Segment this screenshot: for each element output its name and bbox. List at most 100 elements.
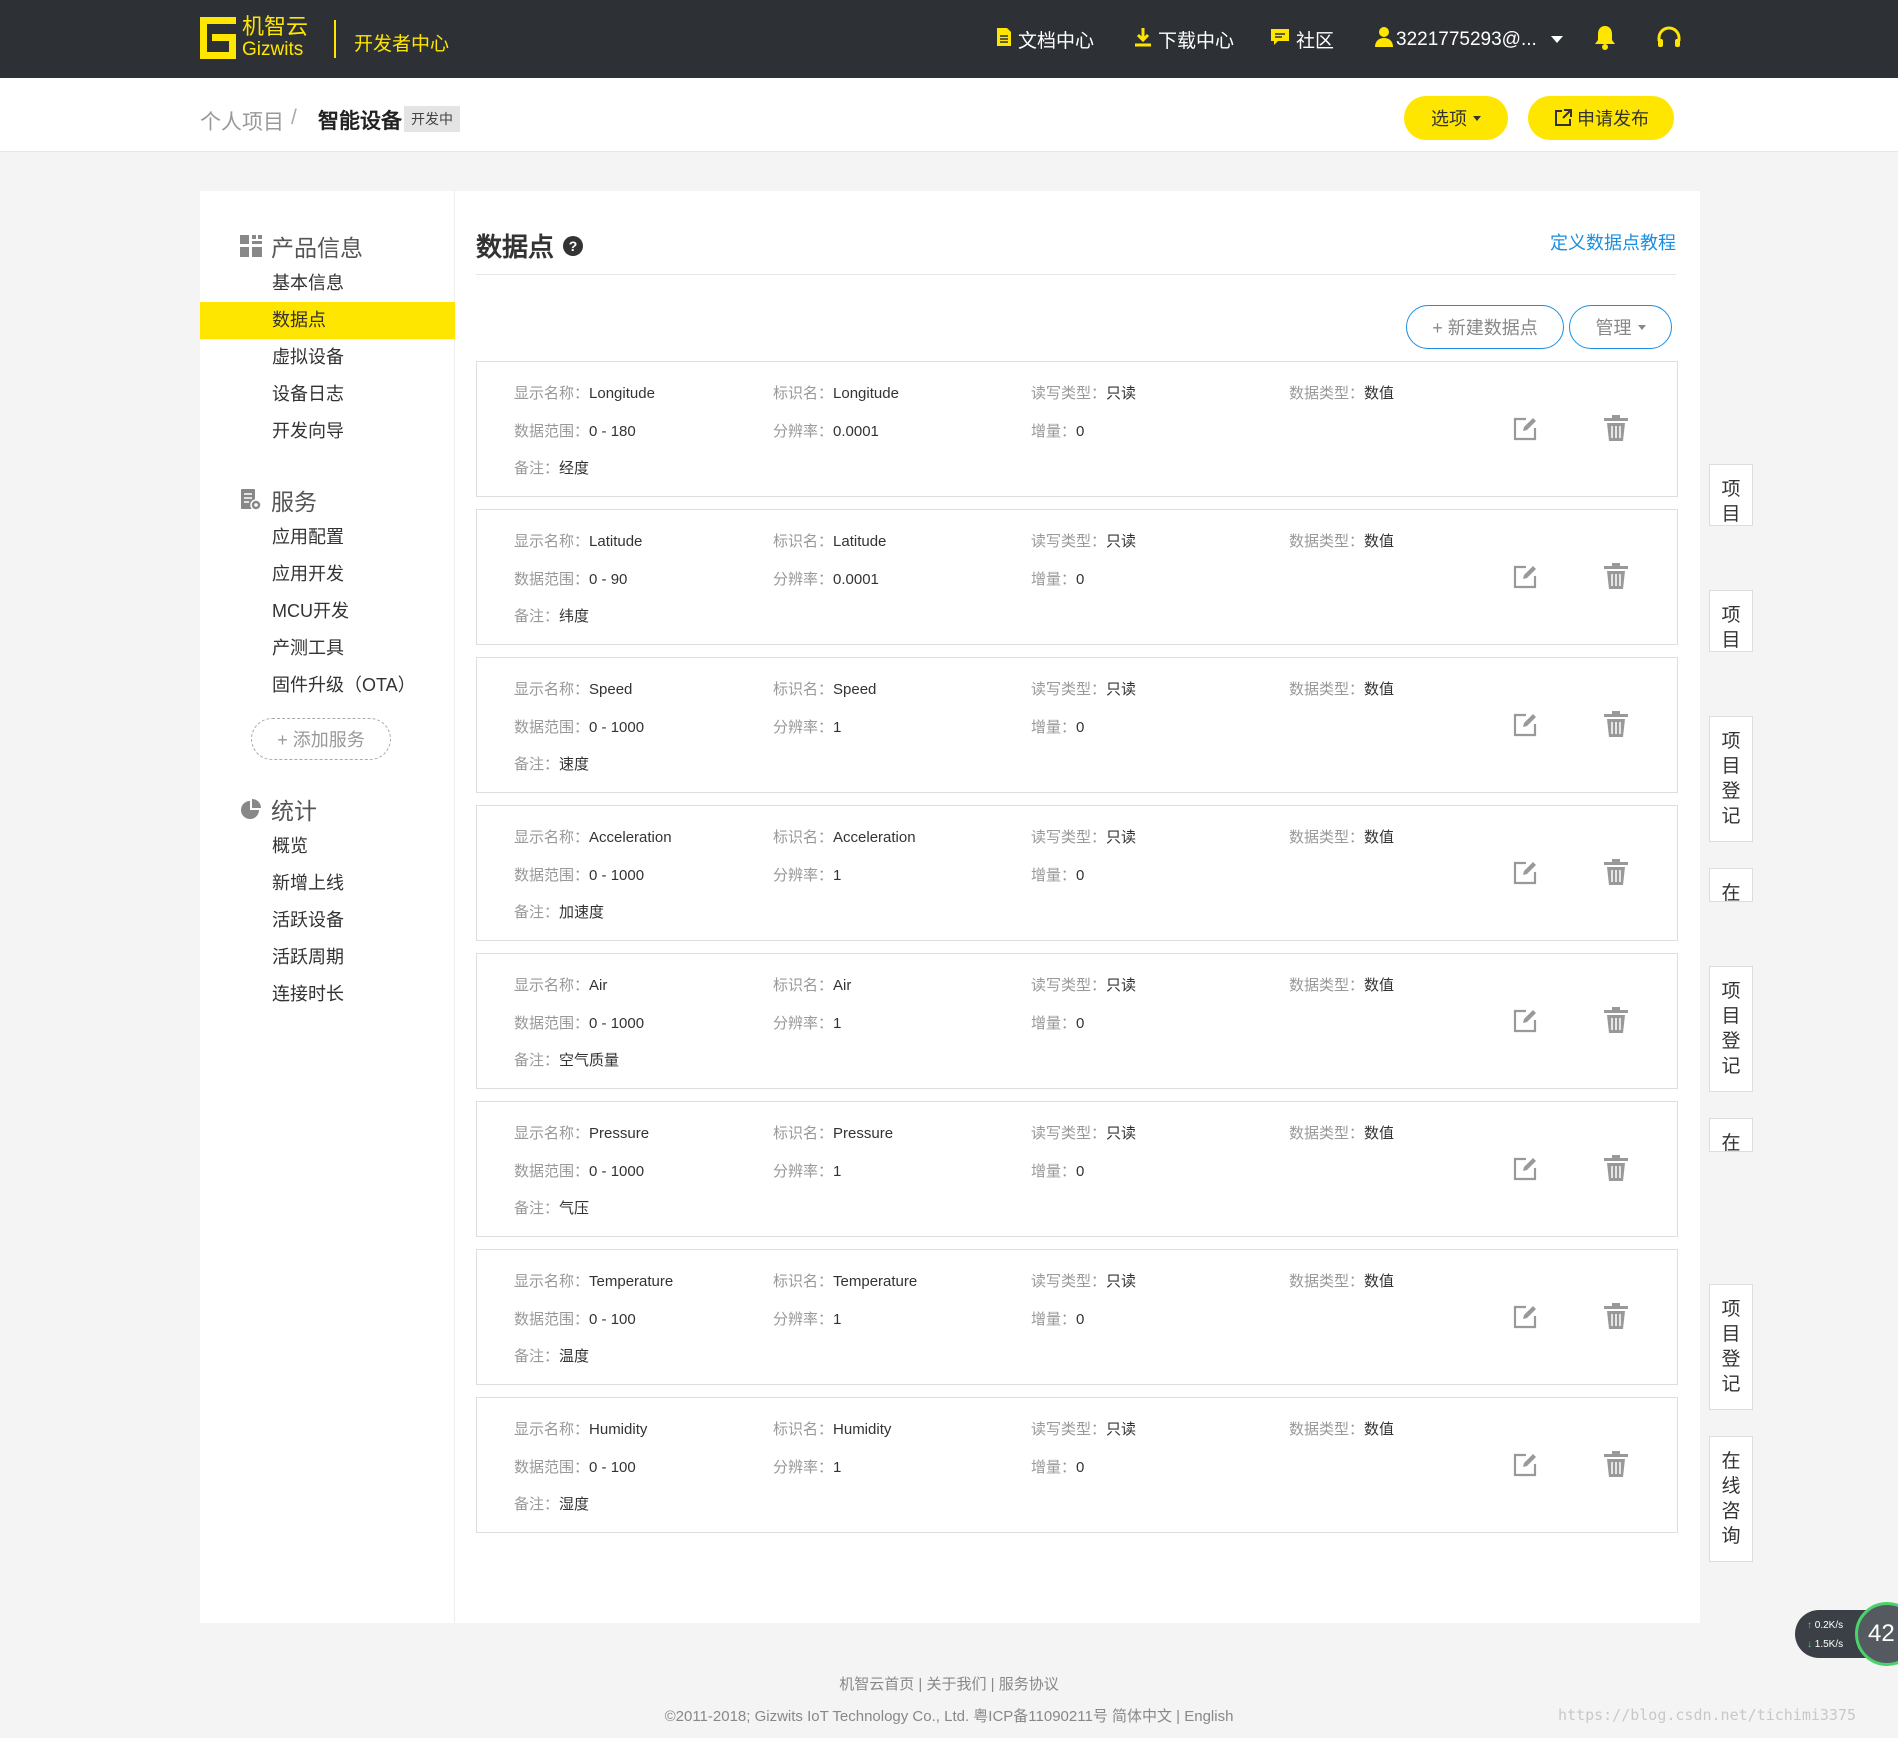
sidebar-item-app-config[interactable]: 应用配置 [200, 519, 455, 556]
floating-tab[interactable]: 项目登记 [1709, 1284, 1753, 1410]
datapoint-display-name-label: 显示名称： [514, 681, 590, 698]
datapoint-rw-type: 读写类型：只读 [1031, 382, 1136, 403]
trash-icon[interactable] [1603, 710, 1629, 738]
sidebar-item-connect-duration[interactable]: 连接时长 [200, 976, 455, 1013]
floating-tab[interactable]: 项目登记 [1709, 966, 1753, 1092]
datapoint-data-type-value: 数值 [1364, 829, 1395, 846]
nav-download[interactable]: 下载中心 [1134, 26, 1234, 53]
trash-icon[interactable] [1603, 858, 1629, 886]
tutorial-link[interactable]: 定义数据点教程 [1550, 229, 1676, 255]
footer-link-terms[interactable]: 服务协议 [999, 1676, 1059, 1693]
chevron-down-icon [1550, 36, 1563, 43]
sidebar-item-device-log[interactable]: 设备日志 [200, 376, 455, 413]
datapoint-increment: 增量：0 [1031, 1160, 1084, 1181]
manage-button-label: 管理 [1595, 318, 1632, 338]
datapoint-increment-label: 增量： [1031, 571, 1077, 588]
floating-tab-label: 在 [1721, 1133, 1741, 1154]
edit-icon[interactable] [1512, 564, 1538, 590]
trash-icon[interactable] [1603, 1302, 1629, 1330]
edit-icon[interactable] [1512, 860, 1538, 886]
logo-cn-text: 机智云 [242, 14, 309, 39]
datapoint-identifier-label: 标识名： [773, 977, 834, 994]
add-service-button[interactable]: + 添加服务 [251, 718, 391, 760]
datapoint-remark-value: 加速度 [559, 904, 605, 921]
datapoint-increment-value: 0 [1076, 1015, 1085, 1032]
sidebar-item-active-period[interactable]: 活跃周期 [200, 939, 455, 976]
edit-icon[interactable] [1512, 712, 1538, 738]
gizwits-logo[interactable]: 机智云 Gizwits [200, 16, 308, 59]
edit-icon[interactable] [1512, 1156, 1538, 1182]
publish-button[interactable]: 申请发布 [1528, 96, 1674, 140]
footer-link-home[interactable]: 机智云首页 [839, 1676, 914, 1693]
sidebar-item-datapoints[interactable]: 数据点 [200, 302, 455, 339]
edit-icon[interactable] [1512, 1008, 1538, 1034]
datapoint-identifier-label: 标识名： [773, 1125, 834, 1142]
trash-icon[interactable] [1603, 1154, 1629, 1182]
datapoint-increment: 增量：0 [1031, 1308, 1084, 1329]
sidebar-item-test-tool[interactable]: 产测工具 [200, 630, 455, 667]
datapoint-display-name-label: 显示名称： [514, 977, 590, 994]
options-button[interactable]: 选项 [1404, 96, 1508, 140]
edit-icon[interactable] [1512, 1452, 1538, 1478]
trash-icon[interactable] [1603, 562, 1629, 590]
new-datapoint-button[interactable]: + 新建数据点 [1406, 305, 1564, 349]
datapoint-display-name: 显示名称：Air [514, 974, 607, 995]
nav-community[interactable]: 社区 [1270, 26, 1334, 53]
datapoint-identifier-label: 标识名： [773, 385, 834, 402]
datapoint-resolution: 分辨率：1 [773, 1456, 841, 1477]
datapoint-increment: 增量：0 [1031, 1012, 1084, 1033]
developer-center-link[interactable]: 开发者中心 [354, 29, 449, 56]
datapoint-remark: 备注：空气质量 [514, 1049, 619, 1070]
datapoint-increment: 增量：0 [1031, 864, 1084, 885]
trash-icon[interactable] [1603, 1450, 1629, 1478]
headset-icon[interactable] [1656, 25, 1682, 51]
floating-tab[interactable]: 项目 [1709, 464, 1753, 526]
sidebar-item-basic-info[interactable]: 基本信息 [200, 265, 455, 302]
datapoint-rw-type-label: 读写类型： [1031, 829, 1107, 846]
floating-tab[interactable]: 在 [1709, 1118, 1753, 1154]
sidebar-item-app-dev[interactable]: 应用开发 [200, 556, 455, 593]
datapoint-increment: 增量：0 [1031, 568, 1084, 589]
footer-link-about[interactable]: 关于我们 [926, 1676, 986, 1693]
edit-icon[interactable] [1512, 1304, 1538, 1330]
publish-button-label: 申请发布 [1577, 109, 1649, 129]
user-menu[interactable]: 3221775293@... [1374, 26, 1563, 53]
network-speed-widget[interactable]: ↑ 0.2K/s ↓ 1.5K/s 42 [1795, 1602, 1898, 1666]
sidebar-item-dev-guide[interactable]: 开发向导 [200, 413, 455, 450]
sidebar-item-ota[interactable]: 固件升级（OTA） [200, 667, 455, 704]
sidebar-item-mcu-dev[interactable]: MCU开发 [200, 593, 455, 630]
datapoint-remark-value: 湿度 [559, 1496, 590, 1513]
sidebar-item-new-online[interactable]: 新增上线 [200, 865, 455, 902]
datapoint-display-name-value: Temperature [589, 1273, 674, 1290]
pie-chart-icon [240, 798, 262, 820]
datapoint-identifier-label: 标识名： [773, 681, 834, 698]
trash-icon[interactable] [1603, 414, 1629, 442]
sidebar-item-overview[interactable]: 概览 [200, 828, 455, 865]
datapoint-rw-type-value: 只读 [1106, 1125, 1137, 1142]
trash-icon[interactable] [1603, 1006, 1629, 1034]
help-icon[interactable]: ? [563, 235, 584, 256]
floating-tab[interactable]: 项目 [1709, 590, 1753, 652]
logo-en-text: Gizwits [242, 39, 304, 60]
datapoint-increment-value: 0 [1076, 1311, 1085, 1328]
datapoint-rw-type-value: 只读 [1106, 829, 1137, 846]
datapoint-increment-value: 0 [1076, 719, 1085, 736]
datapoint-resolution: 分辨率：0.0001 [773, 420, 879, 441]
breadcrumb-root[interactable]: 个人项目 [200, 106, 284, 136]
sidebar-item-active-devices[interactable]: 活跃设备 [200, 902, 455, 939]
floating-tab[interactable]: 在 [1709, 868, 1753, 904]
sidebar-item-virtual-device[interactable]: 虚拟设备 [200, 339, 455, 376]
datapoint-data-type-label: 数据类型： [1289, 1273, 1365, 1290]
floating-tab[interactable]: 在线咨询 [1709, 1436, 1753, 1562]
bell-icon[interactable] [1594, 24, 1616, 50]
upload-speed: ↑ 0.2K/s [1807, 1620, 1843, 1631]
nav-docs[interactable]: 文档中心 [996, 26, 1094, 53]
floating-tab[interactable]: 项目登记 [1709, 716, 1753, 842]
datapoint-range: 数据范围：0 - 180 [514, 420, 636, 441]
manage-button[interactable]: 管理 [1569, 305, 1672, 349]
datapoint-resolution-label: 分辨率： [773, 867, 834, 884]
edit-icon[interactable] [1512, 416, 1538, 442]
datapoint-display-name: 显示名称：Humidity [514, 1418, 647, 1439]
breadcrumb-bar: 个人项目 / 智能设备 开发中 选项 申请发布 [0, 78, 1898, 152]
datapoint-remark: 备注：速度 [514, 753, 589, 774]
